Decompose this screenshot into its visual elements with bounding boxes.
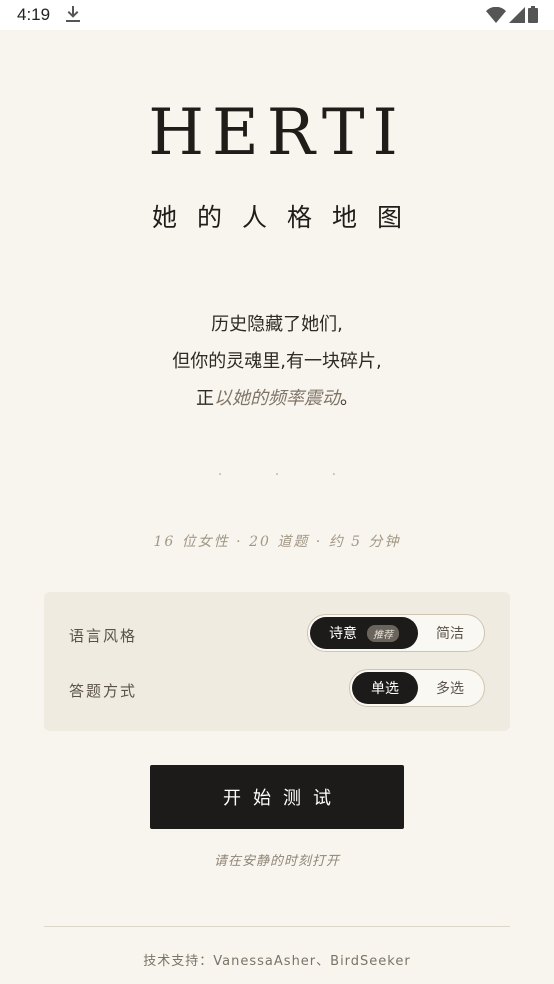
divider-dots: · · · <box>217 467 361 483</box>
answer-mode-option-single[interactable]: 单选 <box>352 672 418 704</box>
wifi-icon <box>486 6 506 27</box>
language-style-option-poetic-label: 诗意 <box>329 626 357 642</box>
intro-line-3-emphasis: 以她的频率震动 <box>214 388 340 409</box>
status-bar: 4:19 <box>0 0 554 30</box>
signal-icon <box>509 6 525 27</box>
language-style-toggle: 诗意 推荐 简洁 <box>307 614 485 652</box>
language-style-option-poetic[interactable]: 诗意 推荐 <box>310 617 418 649</box>
settings-panel: 语言风格 诗意 推荐 简洁 答题方式 单选 多选 <box>44 592 510 731</box>
status-time: 4:19 <box>17 5 51 24</box>
quiz-meta: 16 位女性 · 20 道题 · 约 5 分钟 <box>153 534 401 550</box>
hint-text: 请在安静的时刻打开 <box>213 854 340 869</box>
intro-line-1: 历史隐藏了她们, <box>211 314 343 335</box>
answer-mode-option-multiple[interactable]: 多选 <box>418 672 482 704</box>
app-logo: HERTI <box>148 96 406 170</box>
intro-text: 历史隐藏了她们, 但你的灵魂里,有一块碎片, 正以她的频率震动。 <box>0 306 554 417</box>
intro-line-3-suffix: 。 <box>340 388 358 409</box>
recommended-badge: 推荐 <box>367 624 399 642</box>
battery-icon <box>528 6 538 27</box>
language-style-label: 语言风格 <box>69 627 138 645</box>
language-style-option-concise[interactable]: 简洁 <box>418 617 482 649</box>
intro-line-3-prefix: 正 <box>196 388 214 409</box>
footer-divider <box>44 926 510 927</box>
status-icons <box>486 6 538 27</box>
start-test-button[interactable]: 开始测试 <box>150 765 404 829</box>
answer-mode-label: 答题方式 <box>69 682 138 700</box>
app-subtitle: 她的人格地图 <box>151 203 422 232</box>
credits: 技术支持：VanessaAsher、BirdSeeker <box>143 954 411 969</box>
answer-mode-toggle: 单选 多选 <box>349 669 485 707</box>
download-icon <box>66 6 80 26</box>
intro-line-3: 正以她的频率震动。 <box>0 380 554 417</box>
intro-line-2: 但你的灵魂里,有一块碎片, <box>172 351 382 372</box>
